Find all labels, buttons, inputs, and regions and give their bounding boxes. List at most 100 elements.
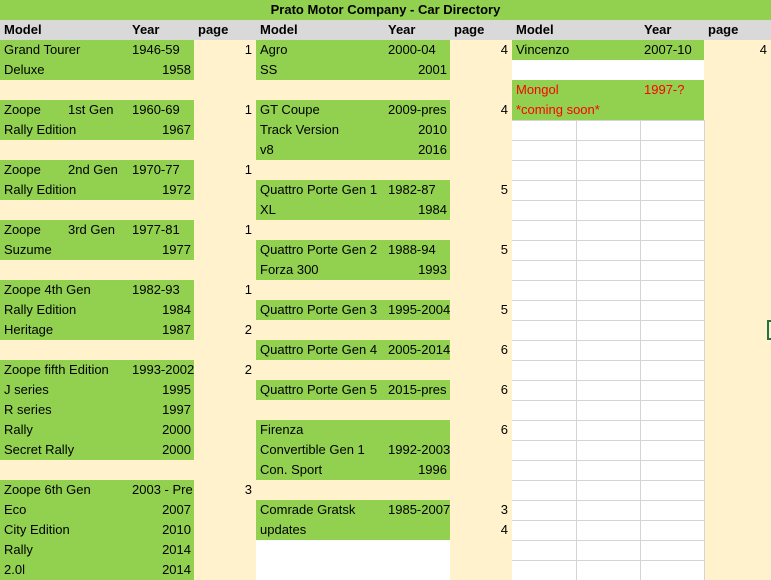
model-year[interactable]: 1985-2007 xyxy=(388,500,454,520)
page-number[interactable]: 4 xyxy=(450,520,508,540)
model-year[interactable]: 2001 xyxy=(384,60,447,80)
model-year[interactable]: 1984 xyxy=(384,200,447,220)
page-number[interactable]: 1 xyxy=(194,220,252,240)
model-name[interactable]: Heritage xyxy=(4,320,126,340)
page-number[interactable]: 5 xyxy=(450,300,508,320)
page-number[interactable]: 1 xyxy=(194,40,252,60)
model-year[interactable]: 2010 xyxy=(384,120,447,140)
model-name[interactable]: Quattro Porte Gen 2 xyxy=(260,240,382,260)
model-year[interactable]: 1995 xyxy=(128,380,191,400)
model-name[interactable]: J series xyxy=(4,380,126,400)
generation-label[interactable]: 2nd Gen xyxy=(68,160,128,180)
model-year[interactable]: 1993 xyxy=(384,260,447,280)
model-name[interactable]: R series xyxy=(4,400,126,420)
spreadsheet[interactable]: Prato Motor Company - Car Directory Mode… xyxy=(0,0,771,580)
model-year[interactable]: 1993-2002 xyxy=(132,360,198,380)
model-year[interactable]: 1996 xyxy=(384,460,447,480)
model-name[interactable]: Deluxe xyxy=(4,60,126,80)
page-number[interactable]: 4 xyxy=(704,40,767,60)
model-name[interactable]: Comrade Gratsk xyxy=(260,500,382,520)
page-number[interactable]: 2 xyxy=(194,360,252,380)
model-name[interactable]: updates xyxy=(260,520,448,540)
model-year[interactable]: 1984 xyxy=(128,300,191,320)
model-name[interactable]: Rally Edition xyxy=(4,300,126,320)
page-number[interactable]: 6 xyxy=(450,420,508,440)
page-number[interactable]: 4 xyxy=(450,40,508,60)
model-name[interactable]: Agro xyxy=(260,40,382,60)
model-name[interactable]: Mongol xyxy=(516,80,638,100)
model-name[interactable]: Con. Sport xyxy=(260,460,382,480)
model-year[interactable]: 1977 xyxy=(128,240,191,260)
model-year[interactable]: 2015-pres xyxy=(388,380,454,400)
generation-label[interactable]: 3rd Gen xyxy=(68,220,128,240)
page-number[interactable]: 6 xyxy=(450,340,508,360)
model-year[interactable]: 1992-2003 xyxy=(388,440,454,460)
model-year[interactable]: 2000 xyxy=(128,420,191,440)
model-year[interactable]: 2009-pres xyxy=(388,100,454,120)
model-name[interactable]: Rally Edition xyxy=(4,120,126,140)
model-name[interactable]: XL xyxy=(260,200,382,220)
page-number[interactable]: 3 xyxy=(450,500,508,520)
model-year[interactable]: 1997-? xyxy=(644,80,708,100)
generation-label[interactable]: 1st Gen xyxy=(68,100,128,120)
model-year[interactable]: 1987 xyxy=(128,320,191,340)
model-name[interactable]: Rally Edition xyxy=(4,180,126,200)
model-name[interactable]: Zoope 6th Gen xyxy=(4,480,126,500)
model-name[interactable]: Suzume xyxy=(4,240,126,260)
model-year[interactable]: 1960-69 xyxy=(132,100,198,120)
header-year-2: Year xyxy=(384,20,450,40)
model-name[interactable]: Rally xyxy=(4,420,126,440)
model-name[interactable]: Grand Tourer xyxy=(4,40,126,60)
model-name[interactable]: Convertible Gen 1 xyxy=(260,440,382,460)
model-year[interactable]: 2005-2014 xyxy=(388,340,454,360)
model-year[interactable]: 1972 xyxy=(128,180,191,200)
model-year[interactable]: 2000 xyxy=(128,440,191,460)
model-year[interactable]: 2010 xyxy=(128,520,191,540)
model-name[interactable]: GT Coupe xyxy=(260,100,382,120)
model-name[interactable]: Quattro Porte Gen 4 xyxy=(260,340,382,360)
page-number[interactable]: 5 xyxy=(450,180,508,200)
model-name[interactable]: Secret Rally xyxy=(4,440,126,460)
model-year[interactable]: 1982-87 xyxy=(388,180,454,200)
model-year[interactable]: 2014 xyxy=(128,560,191,580)
model-year[interactable]: 2000-04 xyxy=(388,40,454,60)
page-number[interactable]: 1 xyxy=(194,160,252,180)
model-year[interactable]: 1995-2004 xyxy=(388,300,454,320)
model-name[interactable]: Vincenzo xyxy=(516,40,638,60)
model-year[interactable]: 2016 xyxy=(384,140,447,160)
model-name[interactable]: *coming soon* xyxy=(516,100,702,120)
model-name[interactable]: City Edition xyxy=(4,520,126,540)
model-year[interactable]: 1970-77 xyxy=(132,160,198,180)
model-year[interactable]: 1967 xyxy=(128,120,191,140)
model-year[interactable]: 1997 xyxy=(128,400,191,420)
model-year[interactable]: 1988-94 xyxy=(388,240,454,260)
page-number[interactable]: 5 xyxy=(450,240,508,260)
model-name[interactable]: Rally xyxy=(4,540,126,560)
model-name[interactable]: Zoope fifth Edition xyxy=(4,360,126,380)
model-name[interactable]: 2.0l xyxy=(4,560,126,580)
model-name[interactable]: Quattro Porte Gen 5 xyxy=(260,380,382,400)
model-name[interactable]: Track Version xyxy=(260,120,382,140)
page-number[interactable]: 4 xyxy=(450,100,508,120)
model-year[interactable]: 2014 xyxy=(128,540,191,560)
page-number[interactable]: 6 xyxy=(450,380,508,400)
model-name[interactable]: Quattro Porte Gen 3 xyxy=(260,300,382,320)
page-number[interactable]: 3 xyxy=(194,480,252,500)
page-number[interactable]: 2 xyxy=(194,320,252,340)
model-year[interactable]: 1977-81 xyxy=(132,220,198,240)
page-number[interactable]: 1 xyxy=(194,280,252,300)
model-name[interactable]: Quattro Porte Gen 1 xyxy=(260,180,382,200)
model-year[interactable]: 2007 xyxy=(128,500,191,520)
page-number[interactable]: 1 xyxy=(194,100,252,120)
model-year[interactable]: 1982-93 xyxy=(132,280,198,300)
model-year[interactable]: 1946-59 xyxy=(132,40,198,60)
model-year[interactable]: 1958 xyxy=(128,60,191,80)
model-name[interactable]: Forza 300 xyxy=(260,260,382,280)
model-name[interactable]: Firenza xyxy=(260,420,448,440)
model-year[interactable]: 2003 - Pre xyxy=(132,480,198,500)
model-name[interactable]: v8 xyxy=(260,140,382,160)
model-name[interactable]: Eco xyxy=(4,500,126,520)
model-year[interactable]: 2007-10 xyxy=(644,40,708,60)
model-name[interactable]: Zoope 4th Gen xyxy=(4,280,126,300)
model-name[interactable]: SS xyxy=(260,60,382,80)
